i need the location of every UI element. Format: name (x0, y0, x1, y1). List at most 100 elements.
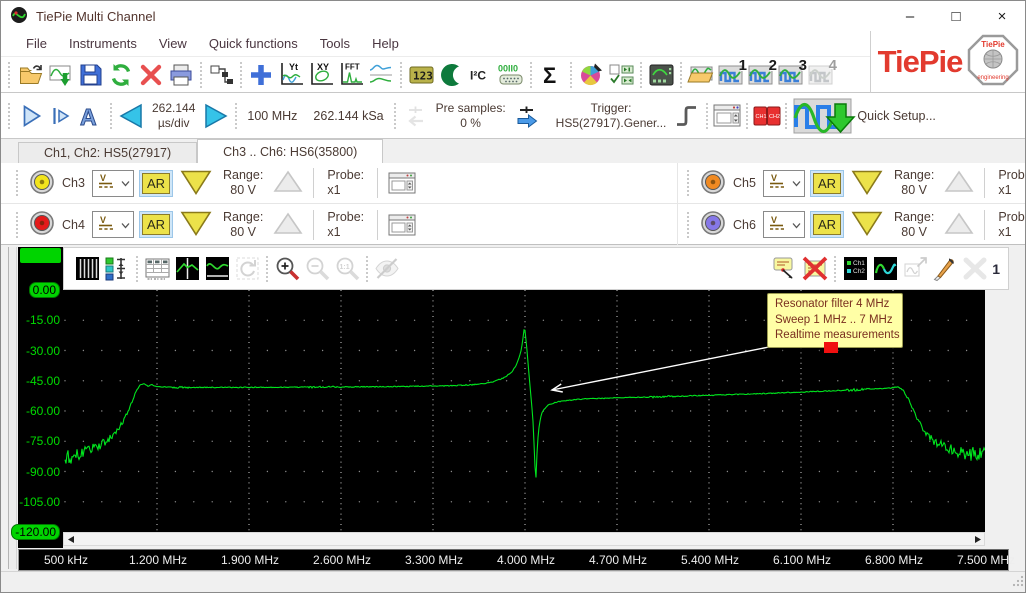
autorange-focus-ring: AR (810, 170, 844, 197)
vertical-cursor-button[interactable] (172, 253, 202, 285)
autoset-button[interactable]: A (76, 100, 106, 132)
svg-text:CH2: CH2 (769, 114, 780, 120)
range-display: Range:80 V (890, 210, 938, 240)
y-axis-scroll-handle[interactable] (20, 248, 61, 263)
autorange-button[interactable]: AR (142, 214, 170, 235)
main-toolbar: YtXYFFT123I²C00II0Σ1234 (1, 57, 870, 93)
channel-settings-button[interactable] (387, 167, 417, 199)
zoom-in-button[interactable] (272, 253, 302, 285)
print-button[interactable] (166, 59, 196, 91)
save-waveform-button[interactable] (46, 59, 76, 91)
trigger-edge-button[interactable] (672, 100, 702, 132)
serial-button[interactable]: 00II0 (496, 59, 526, 91)
i2c-button[interactable]: I²C (466, 59, 496, 91)
channel-name: Ch6 (731, 218, 758, 232)
coupling-dropdown[interactable]: V (763, 170, 805, 197)
vertical-scrollbar[interactable] (8, 247, 17, 569)
menu-item-tools[interactable]: Tools (309, 32, 361, 55)
divider (377, 168, 378, 198)
coupling-dropdown[interactable]: V (92, 170, 134, 197)
toolbar-separator (834, 256, 836, 282)
probe-value: x1 (327, 183, 364, 198)
maximize-button[interactable]: □ (933, 1, 979, 31)
palette-button[interactable] (576, 59, 606, 91)
resize-grip-icon[interactable] (1012, 575, 1024, 590)
menu-item-view[interactable]: View (148, 32, 198, 55)
toolbar-separator (136, 256, 138, 282)
menu-item-instruments[interactable]: Instruments (58, 32, 148, 55)
range-down-button[interactable] (178, 208, 214, 241)
object-tree-button[interactable] (206, 59, 236, 91)
range-down-button[interactable] (849, 167, 885, 200)
coupling-dropdown[interactable]: V (763, 211, 805, 238)
x-axis: 500 kHz1.200 MHz1.900 MHz2.600 MHz3.300 … (18, 549, 1009, 571)
yt-graph-button[interactable]: Yt (276, 59, 306, 91)
menu-item-file[interactable]: File (15, 32, 58, 55)
save-button[interactable] (76, 59, 106, 91)
horizontal-scrollbar[interactable] (63, 532, 985, 546)
xy-graph-button[interactable]: XY (306, 59, 336, 91)
close-button[interactable]: × (979, 1, 1025, 31)
sum-button[interactable]: Σ (536, 59, 566, 91)
folder-wave-button[interactable] (686, 59, 716, 91)
one-shot-button[interactable] (46, 100, 76, 132)
menu-item-quick-functions[interactable]: Quick functions (198, 32, 309, 55)
autorange-button[interactable]: AR (813, 214, 841, 235)
comment-add-button[interactable] (770, 253, 800, 285)
timebase-faster-button[interactable] (201, 100, 231, 132)
brush-button[interactable] (930, 253, 960, 285)
triangle-up-gray-icon (943, 168, 975, 198)
multi-graph-button[interactable] (366, 59, 396, 91)
table-button[interactable] (142, 253, 172, 285)
presamples-increase-button[interactable] (512, 100, 542, 132)
scroll-right-button[interactable] (970, 533, 984, 545)
legend-button[interactable]: Ch1Ch2 (840, 253, 870, 285)
comment-delete-button[interactable] (800, 253, 830, 285)
coupling-dropdown[interactable]: V (92, 211, 134, 238)
tab-2[interactable]: Ch3 .. Ch6: HS6(35800) (197, 139, 383, 163)
slot-button-2[interactable]: 2 (746, 59, 776, 91)
timebase-slower-button[interactable] (116, 100, 146, 132)
refresh-button[interactable] (106, 59, 136, 91)
axis-offset-button[interactable] (102, 253, 132, 285)
autorange-button[interactable]: AR (142, 173, 170, 194)
scroll-left-button[interactable] (64, 533, 78, 545)
meter-button[interactable]: 123 (406, 59, 436, 91)
start-measurement-button[interactable] (16, 100, 46, 132)
annotation-handle[interactable] (824, 342, 838, 353)
menu-item-help[interactable]: Help (361, 32, 410, 55)
channel-enable-button[interactable]: CH1CH2 (752, 100, 782, 132)
plot-area[interactable]: Resonator filter 4 MHzSweep 1 MHz .. 7 M… (63, 290, 985, 532)
slot-button-3[interactable]: 3 (776, 59, 806, 91)
play-icon (18, 103, 44, 129)
quick-setup-button[interactable] (793, 95, 857, 137)
add-graph-button[interactable] (246, 59, 276, 91)
y-axis-label: -30.00 (26, 344, 60, 358)
range-down-button[interactable] (178, 167, 214, 200)
delete-button[interactable] (136, 59, 166, 91)
toggle-list-button[interactable] (606, 59, 636, 91)
range-value: 80 V (223, 225, 263, 240)
open-folder-icon (18, 62, 45, 88)
open-folder-button[interactable] (16, 59, 46, 91)
chevron-down-icon (121, 218, 130, 232)
autorange-button[interactable]: AR (813, 173, 841, 194)
y-axis-label: -15.00 (26, 313, 60, 327)
range-display: Range:80 V (219, 168, 267, 198)
graph-settings-button[interactable] (646, 59, 676, 91)
trace-style-button[interactable] (870, 253, 900, 285)
grid-button[interactable] (72, 253, 102, 285)
eye-off-button (372, 253, 402, 285)
tab-1[interactable]: Ch1, Ch2: HS5(27917) (18, 142, 197, 163)
crescent-button[interactable] (436, 59, 466, 91)
slot-button-1[interactable]: 1 (716, 59, 746, 91)
range-down-button[interactable] (849, 208, 885, 241)
fft-graph-button[interactable]: FFT (336, 59, 366, 91)
range-label: Range: (894, 168, 934, 183)
quick-setup-icon (793, 96, 857, 136)
minimize-button[interactable]: – (887, 1, 933, 31)
channel-settings-button[interactable] (387, 209, 417, 241)
comment-annotation[interactable]: Resonator filter 4 MHzSweep 1 MHz .. 7 M… (767, 293, 903, 348)
horizontal-cursor-button[interactable] (202, 253, 232, 285)
trigger-settings-button[interactable] (712, 100, 742, 132)
